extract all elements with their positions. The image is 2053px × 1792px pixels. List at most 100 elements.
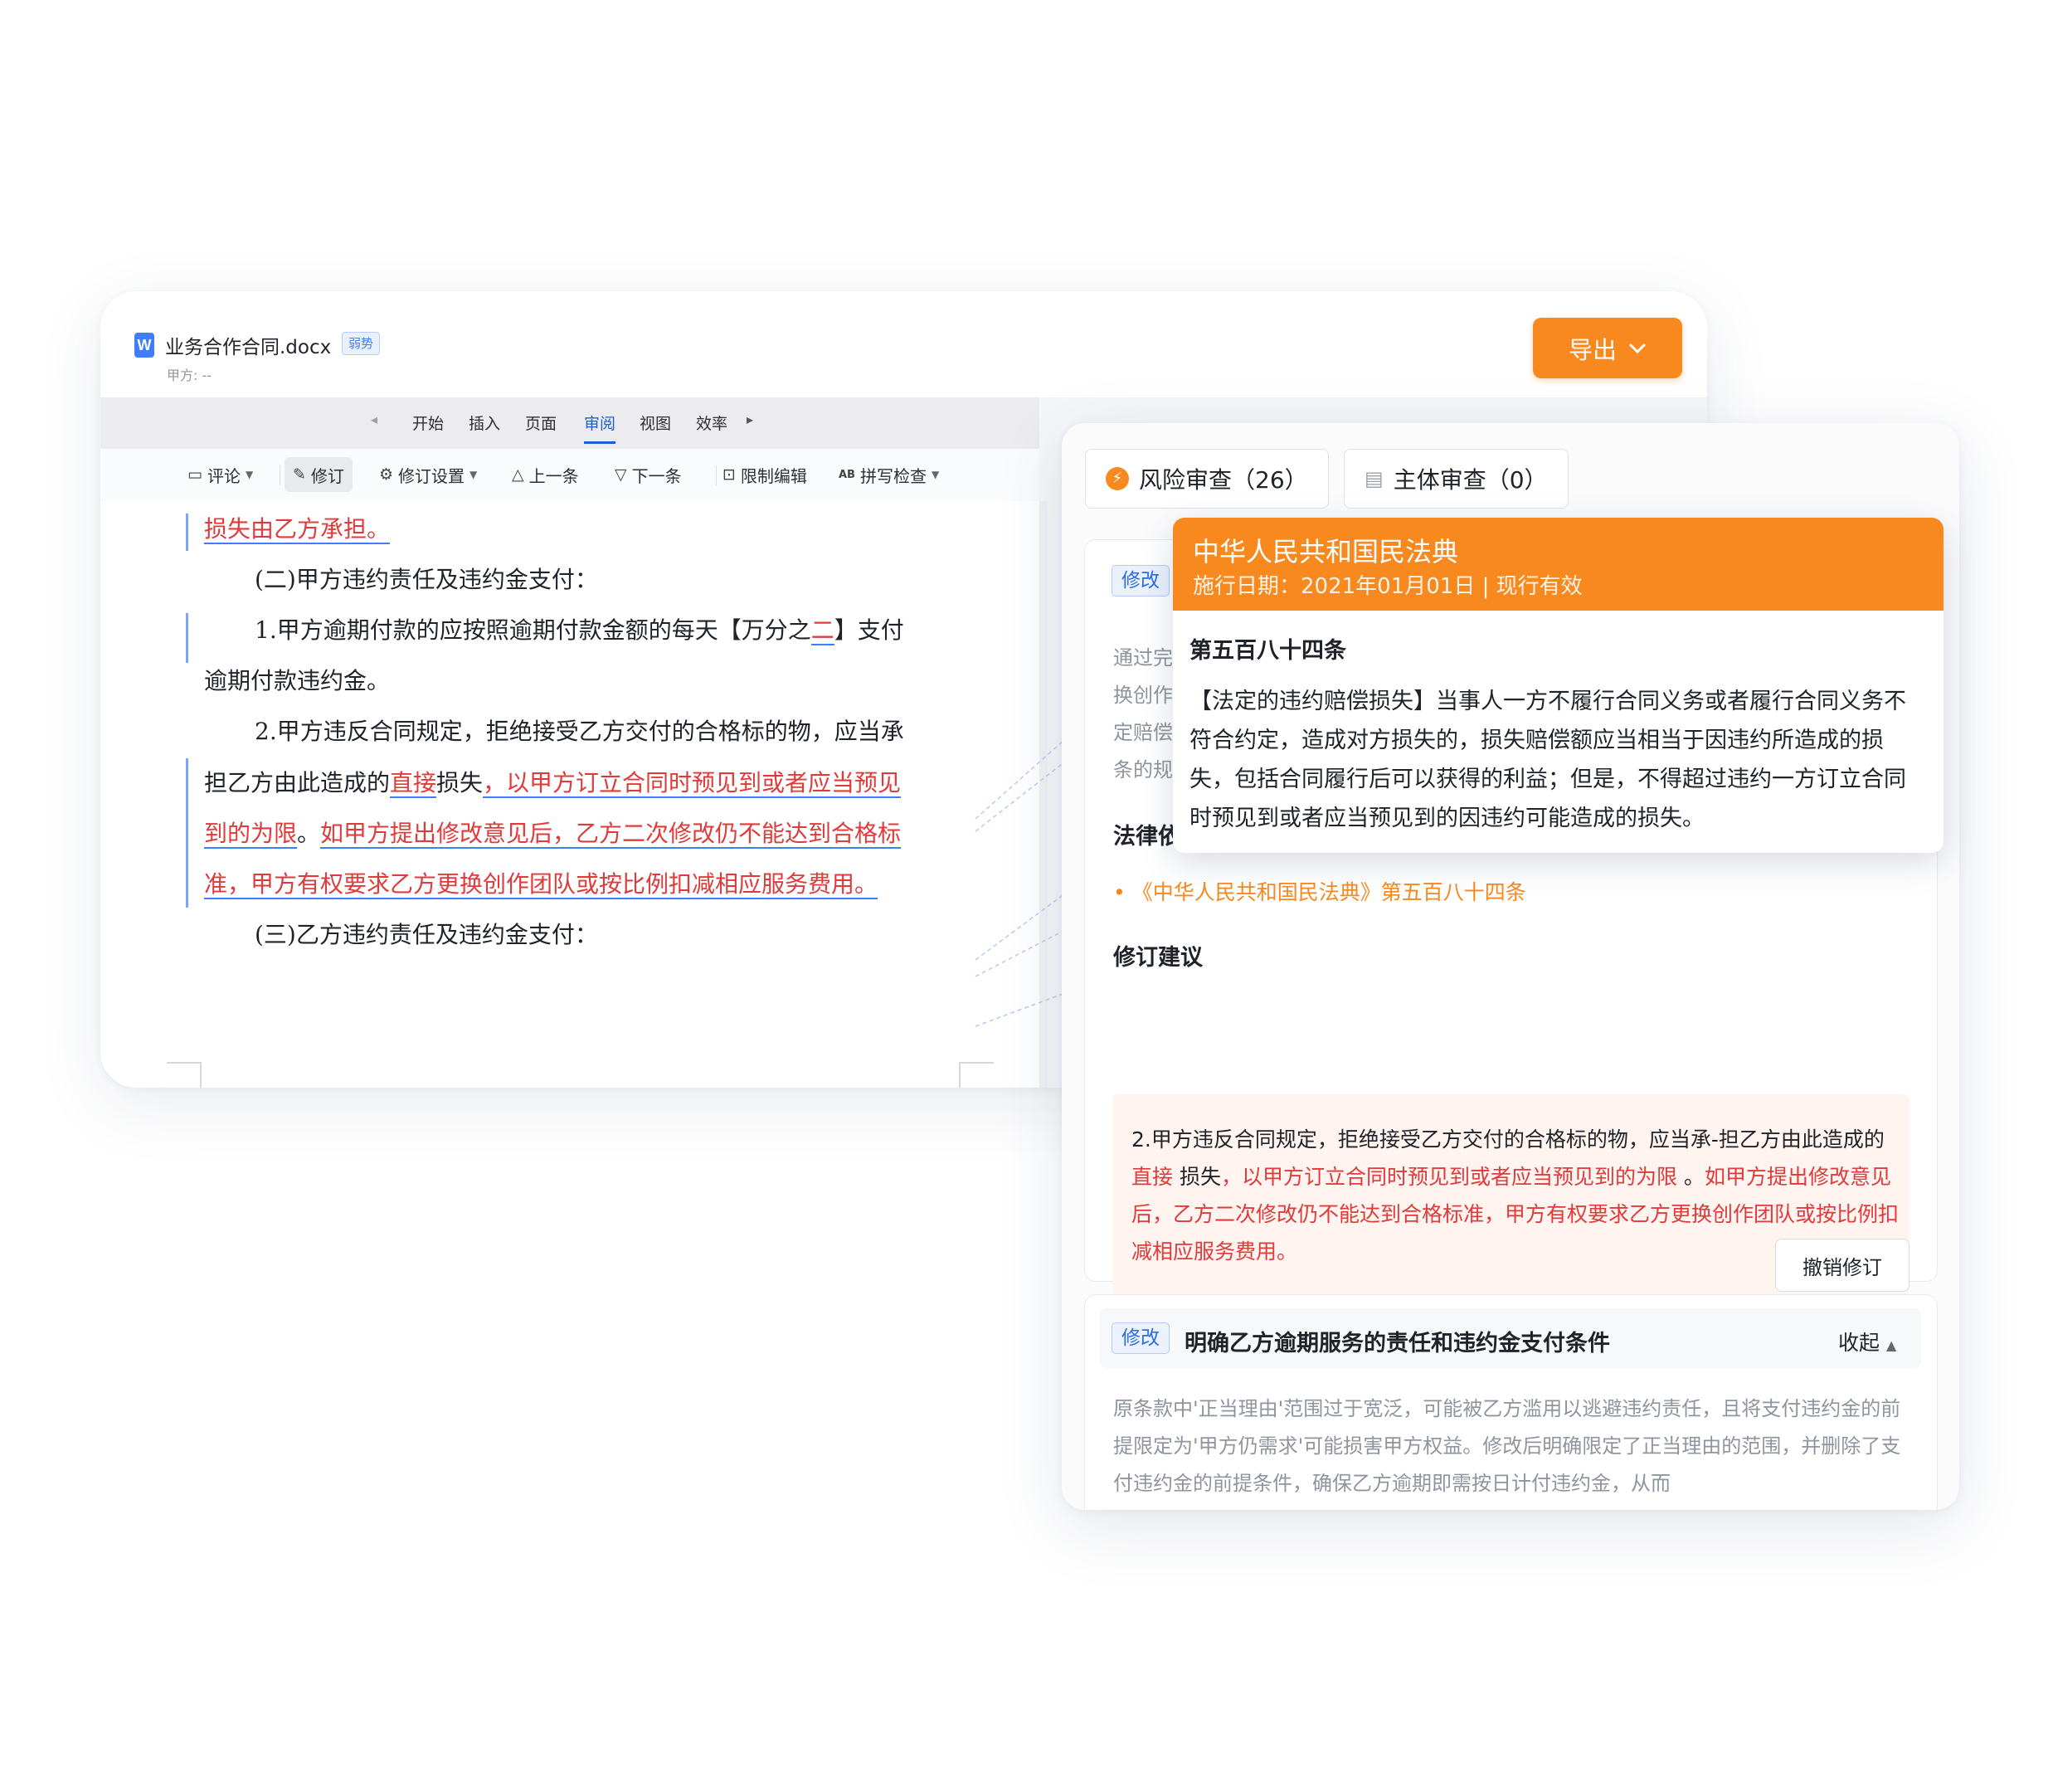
revise-icon: ✎ <box>293 465 306 484</box>
added-text: 直接 <box>1131 1165 1174 1189</box>
revision-inserted-text: 如甲方提出修改意见后，乙方二次修改仍不能达到合格标 <box>320 820 902 849</box>
risk-description-fragment: 定赔偿 <box>1113 721 1173 744</box>
toolbar-divider <box>716 465 717 485</box>
law-popup: 中华人民共和国民法典 施行日期：2021年01月01日 | 现行有效 第五百八十… <box>1173 518 1944 853</box>
document-line: 担乙方由此造成的直接损失，以甲方订立合同时预见到或者应当预见 <box>204 767 902 800</box>
document-line: 到的为限。如甲方提出修改意见后，乙方二次修改仍不能达到合格标 <box>204 817 902 850</box>
party-a-label: 甲方: -- <box>167 368 212 383</box>
text-run: 】支付 <box>834 616 904 644</box>
tab-risk-review[interactable]: ⚡ 风险审查（26） <box>1085 449 1329 509</box>
law-article-number: 第五百八十四条 <box>1189 638 1346 664</box>
document-line: 逾期付款违约金。 <box>204 667 391 694</box>
chevron-down-icon <box>1628 343 1647 353</box>
text-run: 损失 <box>436 769 484 796</box>
document-header: W 业务合作合同.docx 弱势 甲方: -- 导出 <box>100 291 1707 397</box>
previous-button[interactable]: △ 上一条 <box>512 457 579 492</box>
risk-description-fragment: 换创作 <box>1113 684 1173 707</box>
comment-button[interactable]: ▭ 评论 ▼ <box>187 457 253 492</box>
settings-doc-icon: ⚙ <box>379 465 394 484</box>
revision-inserted-text: 准，甲方有权要求乙方更换创作团队或按比例扣减相应服务费用。 <box>204 870 878 899</box>
revision-inserted-text: 二 <box>810 616 834 645</box>
revision-inserted-text: ，以甲方订立合同时预见到或者应当预见 <box>483 769 902 798</box>
text-run: 2.甲方违反合同规定，拒绝接受乙方交付的合格标的物，应当承-担乙方由此造成的 <box>1131 1127 1885 1152</box>
revise-settings-label: 修订设置 <box>398 465 465 486</box>
modify-tag: 修改 <box>1112 565 1170 597</box>
law-effective-date: 施行日期：2021年01月01日 | 现行有效 <box>1193 574 1583 599</box>
document-line: 准，甲方有权要求乙方更换创作团队或按比例扣减相应服务费用。 <box>204 868 878 901</box>
change-marker <box>186 514 188 551</box>
scroll-right-icon[interactable]: ▸ <box>747 411 753 427</box>
comment-label: 评论 <box>207 465 241 486</box>
document-line: 损失由乙方承担。 <box>204 513 391 546</box>
bullet-dot: • <box>1113 880 1132 904</box>
text-run: 损失 <box>1173 1165 1221 1189</box>
text-run: 担乙方由此造成的 <box>204 769 391 796</box>
page-corner-mark <box>167 1062 202 1088</box>
weak-party-badge: 弱势 <box>342 332 381 355</box>
scroll-left-icon[interactable]: ◂ <box>371 411 377 427</box>
risk-item-card: 修改 明确乙方逾期服务的责任和违约金支付条件 收起 ▲ 原条款中'正当理由'范围… <box>1084 1294 1938 1510</box>
ribbon-toolbar: ▭ 评论 ▼ ✎ 修订 ⚙ 修订设置 ▼ △ 上一条 ▽ 下一条 ⊡ 限制编辑 … <box>100 449 1039 502</box>
comment-icon: ▭ <box>187 465 202 484</box>
active-tab-indicator <box>584 441 615 444</box>
risk-description: 原条款中'正当理由'范围过于宽泛，可能被乙方滥用以逃避违约责任，且将支付违约金的… <box>1113 1397 1901 1495</box>
collapse-toggle[interactable]: 收起 ▲ <box>1838 1327 1896 1356</box>
document-line: 2.甲方违反合同规定，拒绝接受乙方交付的合格标的物，应当承 <box>255 718 904 745</box>
law-basis-title: 法律依 <box>1113 824 1180 850</box>
triangle-up-icon: △ <box>512 465 524 484</box>
restrict-edit-label: 限制编辑 <box>740 465 807 486</box>
text-run: 。 <box>1676 1165 1705 1189</box>
law-reference-text: 《中华人民共和国民法典》第五百八十四条 <box>1131 880 1526 904</box>
subject-review-label: 主体审查（0） <box>1393 466 1548 494</box>
document-line: (二)甲方违约责任及违约金支付： <box>255 566 598 593</box>
undo-revision-button[interactable]: 撤销修订 <box>1775 1239 1909 1292</box>
word-file-icon: W <box>134 333 154 358</box>
risk-description-fragment: 条的规 <box>1113 758 1173 782</box>
document-line: (三)乙方违约责任及违约金支付： <box>255 921 598 948</box>
lock-doc-icon: ⊡ <box>722 465 736 484</box>
export-label: 导出 <box>1568 335 1617 364</box>
text-run: 1.甲方逾期付款的应按照逾期付款金额的每天【万分之 <box>255 616 811 644</box>
spell-check-icon: AB <box>839 468 855 481</box>
lightning-icon: ⚡ <box>1106 467 1129 490</box>
spell-check-label: 拼写检查 <box>859 465 927 486</box>
tab-efficiency[interactable]: 效率 <box>696 411 727 434</box>
tab-subject-review[interactable]: ▤ 主体审查（0） <box>1344 449 1569 509</box>
revise-button[interactable]: ✎ 修订 <box>285 457 353 492</box>
tab-view[interactable]: 视图 <box>640 411 671 434</box>
modify-tag: 修改 <box>1112 1322 1170 1354</box>
revise-settings-button[interactable]: ⚙ 修订设置 ▼ <box>379 457 477 492</box>
chevron-down-icon: ▼ <box>931 469 940 480</box>
page-corner-mark <box>959 1062 994 1088</box>
collapse-label: 收起 <box>1838 1331 1880 1355</box>
law-article-body: 【法定的违约赔偿损失】当事人一方不履行合同义务或者履行合同义务不符合约定，造成对… <box>1189 689 1906 831</box>
change-marker <box>186 758 188 908</box>
law-title: 中华人民共和国民法典 <box>1193 536 1459 567</box>
spell-check-button[interactable]: AB 拼写检查 ▼ <box>839 457 939 492</box>
document-line: 1.甲方逾期付款的应按照逾期付款金额的每天【万分之二】支付 <box>255 614 904 647</box>
document-filename: 业务合作合同.docx <box>165 337 332 358</box>
restrict-edit-button[interactable]: ⊡ 限制编辑 <box>722 457 807 492</box>
export-button[interactable]: 导出 <box>1533 318 1682 378</box>
chevron-down-icon: ▼ <box>245 469 254 480</box>
suggestion-title: 修订建议 <box>1113 945 1203 971</box>
tab-review[interactable]: 审阅 <box>584 411 615 434</box>
revision-inserted-text: 到的为限 <box>204 820 298 849</box>
change-marker <box>186 613 188 663</box>
ribbon-tabs: ◂ 开始 插入 页面 审阅 视图 效率 ▸ <box>100 397 1039 450</box>
chevron-down-icon: ▼ <box>469 469 478 480</box>
next-button[interactable]: ▽ 下一条 <box>615 457 682 492</box>
risk-review-label: 风险审查（26） <box>1139 466 1308 494</box>
tab-start[interactable]: 开始 <box>412 411 444 434</box>
building-icon: ▤ <box>1365 467 1384 490</box>
previous-label: 上一条 <box>528 465 579 486</box>
revise-label: 修订 <box>310 465 344 486</box>
added-text: ，以甲方订立合同时预见到或者应当预见到的为限 <box>1220 1165 1677 1189</box>
tab-insert[interactable]: 插入 <box>469 411 500 434</box>
risk-item-header[interactable]: 修改 明确乙方逾期服务的责任和违约金支付条件 收起 ▲ <box>1100 1308 1921 1368</box>
document-page[interactable]: 损失由乙方承担。 (二)甲方违约责任及违约金支付： 1.甲方逾期付款的应按照逾期… <box>100 501 1088 1088</box>
law-reference-link[interactable]: • 《中华人民共和国民法典》第五百八十四条 <box>1113 876 1526 906</box>
risk-description-fragment: 通过完 <box>1113 646 1173 670</box>
revision-inserted-text: 直接 <box>390 769 437 798</box>
tab-page[interactable]: 页面 <box>525 411 557 434</box>
